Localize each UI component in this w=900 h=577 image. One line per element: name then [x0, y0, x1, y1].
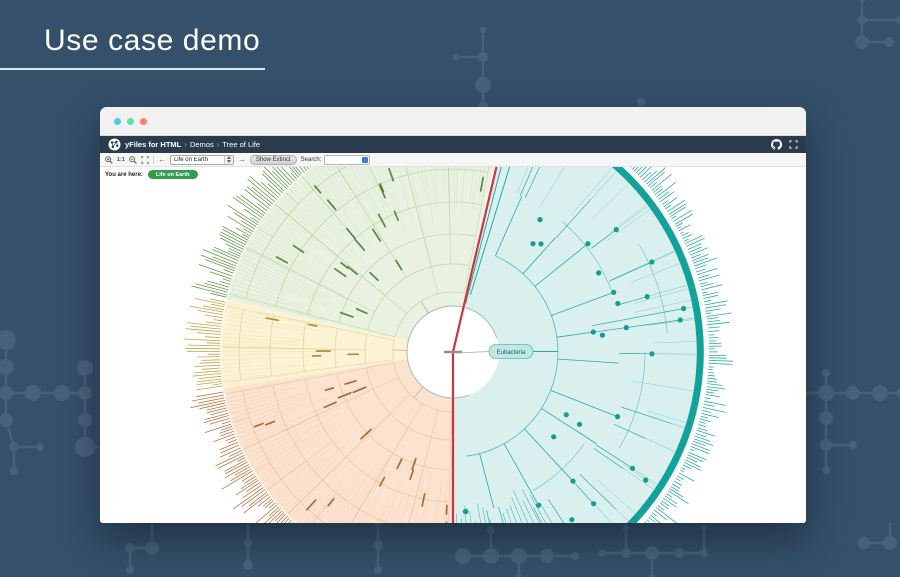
search-box [324, 155, 370, 165]
page-title: Use case demo [44, 24, 260, 58]
molecule-cluster [455, 526, 579, 577]
zoom-original-button[interactable]: 1:1 [117, 157, 125, 163]
molecule-cluster [453, 27, 492, 112]
navigate-down-icon[interactable]: → [238, 156, 246, 164]
demo-content: Eubacteria You are here: Life on Earth [100, 167, 806, 523]
leaf-ticks-yellow [184, 299, 226, 390]
window-titlebar [100, 107, 806, 136]
molecule-cluster [125, 525, 159, 574]
svg-text:Eubacteria: Eubacteria [497, 350, 526, 356]
window-control-close[interactable] [114, 118, 121, 125]
zoom-out-icon[interactable] [129, 156, 137, 164]
molecule-cluster [0, 330, 100, 475]
molecule-cluster [599, 525, 709, 577]
dropdown-arrows-icon [224, 156, 233, 164]
demo-toolbar: 1:1 ← Life on Earth → Show Extinct Searc… [100, 153, 806, 167]
stage: Use case demo yFiles for HTML › Demos [0, 0, 900, 577]
breadcrumb-separator: › [217, 140, 220, 149]
window-control-maximize[interactable] [140, 118, 147, 125]
show-extinct-toggle[interactable]: Show Extinct [250, 155, 297, 165]
breadcrumb-separator: › [184, 140, 187, 149]
fullscreen-icon[interactable] [789, 140, 798, 149]
taxon-dropdown-value: Life on Earth [171, 157, 224, 163]
molecule-cluster [855, 0, 900, 49]
location-badge[interactable]: Life on Earth [148, 170, 198, 179]
molecule-cluster [858, 523, 897, 550]
molecule-cluster [806, 369, 900, 474]
molecule-cluster [243, 525, 253, 570]
fit-content-icon[interactable] [141, 156, 149, 164]
location-status: You are here: Life on Earth [105, 170, 198, 179]
taxon-dropdown[interactable]: Life on Earth [170, 155, 234, 165]
you-are-here-label: You are here: [105, 172, 143, 178]
window-control-minimize[interactable] [127, 118, 134, 125]
breadcrumb-demos[interactable]: Demos [190, 140, 214, 149]
navigate-up-icon[interactable]: ← [158, 156, 166, 164]
tree-of-life-visualization[interactable]: Eubacteria [100, 167, 806, 523]
title-underline [0, 68, 265, 70]
yfiles-logo-icon [108, 138, 121, 151]
search-action-icon[interactable] [362, 157, 368, 163]
demo-header: yFiles for HTML › Demos › Tree of Life [100, 136, 806, 153]
search-label: Search: [301, 157, 322, 163]
github-icon[interactable] [771, 139, 782, 150]
breadcrumb-tree-of-life[interactable]: Tree of Life [222, 140, 260, 149]
browser-window: yFiles for HTML › Demos › Tree of Life 1 [100, 107, 806, 523]
brand-title[interactable]: yFiles for HTML [125, 140, 181, 149]
molecule-cluster [637, 98, 645, 106]
zoom-in-icon[interactable] [105, 156, 113, 164]
toolbar-separator [153, 156, 154, 164]
